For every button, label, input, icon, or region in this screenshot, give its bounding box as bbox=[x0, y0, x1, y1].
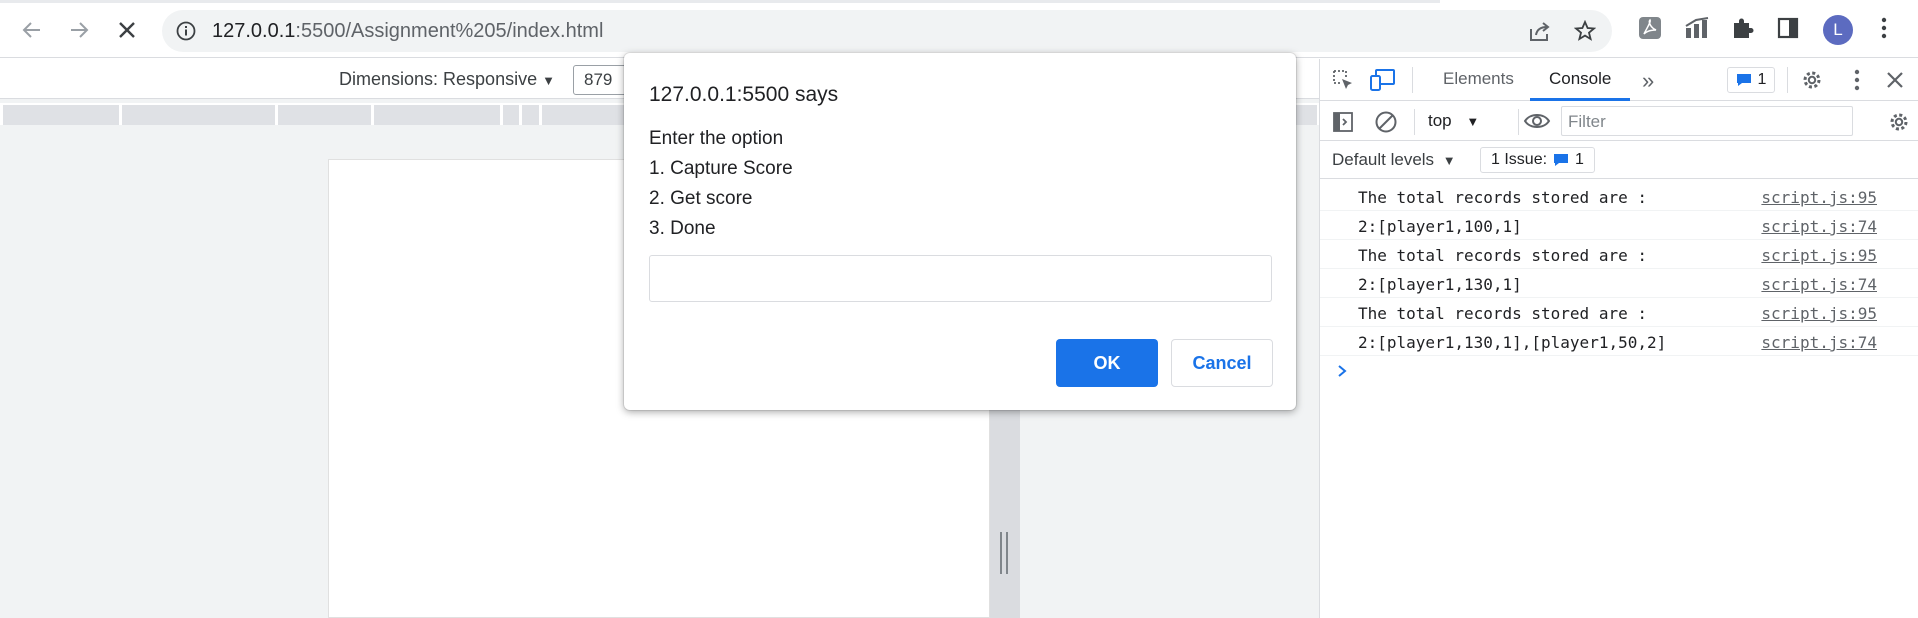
back-arrow-icon bbox=[22, 22, 40, 38]
console-message: The total records stored are : bbox=[1358, 246, 1647, 265]
prompt-dialog: 127.0.0.1:5500 says Enter the option 1. … bbox=[624, 53, 1296, 410]
inspect-element-icon[interactable] bbox=[1332, 69, 1354, 96]
source-link[interactable]: script.js:95 bbox=[1761, 188, 1877, 207]
message-icon bbox=[1736, 74, 1751, 86]
live-expression-eye-icon[interactable] bbox=[1523, 111, 1551, 136]
close-icon bbox=[119, 22, 135, 38]
console-line: 2:[player1,130,1],[player1,50,2] script.… bbox=[1320, 327, 1918, 356]
dropdown-arrow-icon: ▼ bbox=[1442, 153, 1456, 168]
dialog-title: 127.0.0.1:5500 says bbox=[649, 83, 839, 106]
ruler-segment[interactable] bbox=[122, 105, 275, 125]
side-panel-icon[interactable] bbox=[1776, 16, 1800, 45]
prompt-input[interactable] bbox=[649, 255, 1272, 302]
tab-elements[interactable]: Elements bbox=[1443, 69, 1514, 89]
console-toolbar: top ▼ Filter bbox=[1320, 101, 1918, 141]
source-link[interactable]: script.js:95 bbox=[1761, 304, 1877, 323]
profile-avatar[interactable]: L bbox=[1823, 15, 1853, 45]
ruler-segment[interactable] bbox=[503, 105, 519, 125]
dialog-message-line: 2. Get score bbox=[649, 188, 753, 209]
dialog-message-line: 1. Capture Score bbox=[649, 158, 793, 179]
message-icon bbox=[1554, 154, 1569, 166]
console-sidebar-icon[interactable] bbox=[1332, 111, 1354, 138]
forward-button[interactable] bbox=[64, 15, 94, 45]
back-button[interactable] bbox=[17, 15, 47, 45]
source-link[interactable]: script.js:74 bbox=[1761, 333, 1877, 352]
forward-arrow-icon bbox=[71, 22, 89, 38]
url-text: 127.0.0.1:5500/Assignment%205/index.html bbox=[212, 20, 603, 43]
issues-count: 1 bbox=[1575, 151, 1584, 168]
dropdown-arrow-icon: ▼ bbox=[542, 73, 555, 88]
tab-strip-edge bbox=[0, 0, 1440, 3]
console-settings-gear-icon[interactable] bbox=[1887, 110, 1911, 139]
dialog-message-line: 3. Done bbox=[649, 218, 716, 239]
browser-toolbar: 127.0.0.1:5500/Assignment%205/index.html bbox=[0, 0, 1918, 58]
stop-loading-button[interactable] bbox=[112, 15, 142, 45]
console-message: 2:[player1,100,1] bbox=[1358, 217, 1522, 236]
ruler-segment[interactable] bbox=[522, 105, 539, 125]
pdf-extension-icon[interactable] bbox=[1638, 16, 1662, 45]
console-line: The total records stored are : script.js… bbox=[1320, 182, 1918, 211]
url-host: 127.0.0.1 bbox=[212, 20, 296, 42]
address-bar[interactable]: 127.0.0.1:5500/Assignment%205/index.html bbox=[162, 10, 1612, 52]
chart-extension-icon[interactable] bbox=[1684, 16, 1710, 45]
more-tabs-chevron-icon[interactable]: » bbox=[1642, 68, 1654, 94]
console-levels-bar: Default levels ▼ 1 Issue: 1 bbox=[1320, 141, 1918, 179]
extensions-puzzle-icon[interactable] bbox=[1730, 16, 1754, 45]
issues-button[interactable]: 1 Issue: 1 bbox=[1480, 147, 1595, 173]
toolbar-divider bbox=[1412, 67, 1413, 93]
toolbar-divider bbox=[1518, 109, 1519, 135]
context-select[interactable]: top ▼ bbox=[1428, 111, 1479, 131]
toolbar-divider bbox=[1787, 67, 1788, 93]
source-link[interactable]: script.js:74 bbox=[1761, 275, 1877, 294]
dialog-message-line: Enter the option bbox=[649, 128, 784, 149]
console-message: The total records stored are : bbox=[1358, 304, 1647, 323]
ruler-segment[interactable] bbox=[374, 105, 500, 125]
clear-console-icon[interactable] bbox=[1374, 110, 1398, 139]
source-link[interactable]: script.js:74 bbox=[1761, 217, 1877, 236]
ruler-segment[interactable] bbox=[3, 105, 119, 125]
cancel-button[interactable]: Cancel bbox=[1171, 339, 1273, 387]
console-message: 2:[player1,130,1],[player1,50,2] bbox=[1358, 333, 1667, 352]
devtools-menu-icon[interactable] bbox=[1853, 68, 1861, 97]
devtools-panel: Elements Console » 1 top ▼ Filter Defaul… bbox=[1319, 59, 1918, 618]
site-info-icon[interactable] bbox=[176, 21, 196, 46]
source-link[interactable]: script.js:95 bbox=[1761, 246, 1877, 265]
more-menu-icon[interactable] bbox=[1880, 16, 1888, 45]
ok-button[interactable]: OK bbox=[1056, 339, 1158, 387]
issues-label: 1 Issue: bbox=[1491, 151, 1548, 168]
console-message: 2:[player1,130,1] bbox=[1358, 275, 1522, 294]
device-toggle-icon[interactable] bbox=[1370, 68, 1396, 97]
dropdown-arrow-icon: ▼ bbox=[1466, 114, 1480, 129]
close-devtools-icon[interactable] bbox=[1885, 70, 1905, 95]
log-levels-select[interactable]: Default levels ▼ bbox=[1332, 150, 1456, 170]
console-line: The total records stored are : script.js… bbox=[1320, 298, 1918, 327]
devtools-tab-bar: Elements Console » 1 bbox=[1320, 59, 1918, 101]
issues-counter-badge[interactable]: 1 bbox=[1727, 67, 1775, 93]
filter-input[interactable]: Filter bbox=[1561, 106, 1853, 136]
resize-handle-icon[interactable] bbox=[1000, 532, 1008, 574]
console-line: 2:[player1,100,1] script.js:74 bbox=[1320, 211, 1918, 240]
issues-badge-count: 1 bbox=[1757, 71, 1767, 88]
console-message: The total records stored are : bbox=[1358, 188, 1647, 207]
url-path: :5500/Assignment%205/index.html bbox=[295, 20, 604, 42]
tab-console[interactable]: Console bbox=[1549, 69, 1611, 89]
dimensions-label: Dimensions: Responsive bbox=[339, 69, 538, 89]
console-prompt-chevron-icon[interactable] bbox=[1336, 364, 1348, 383]
toolbar-divider bbox=[1414, 109, 1415, 135]
console-line: The total records stored are : script.js… bbox=[1320, 240, 1918, 269]
context-label: top bbox=[1428, 111, 1452, 130]
ruler-segment[interactable] bbox=[278, 105, 371, 125]
bookmark-star-icon[interactable] bbox=[1573, 19, 1597, 47]
dimensions-select[interactable]: Dimensions: Responsive ▼ bbox=[339, 69, 555, 90]
console-line: 2:[player1,130,1] script.js:74 bbox=[1320, 269, 1918, 298]
share-icon[interactable] bbox=[1528, 20, 1552, 47]
console-messages: The total records stored are : script.js… bbox=[1320, 182, 1918, 377]
settings-gear-icon[interactable] bbox=[1800, 68, 1824, 97]
levels-label: Default levels bbox=[1332, 150, 1435, 169]
